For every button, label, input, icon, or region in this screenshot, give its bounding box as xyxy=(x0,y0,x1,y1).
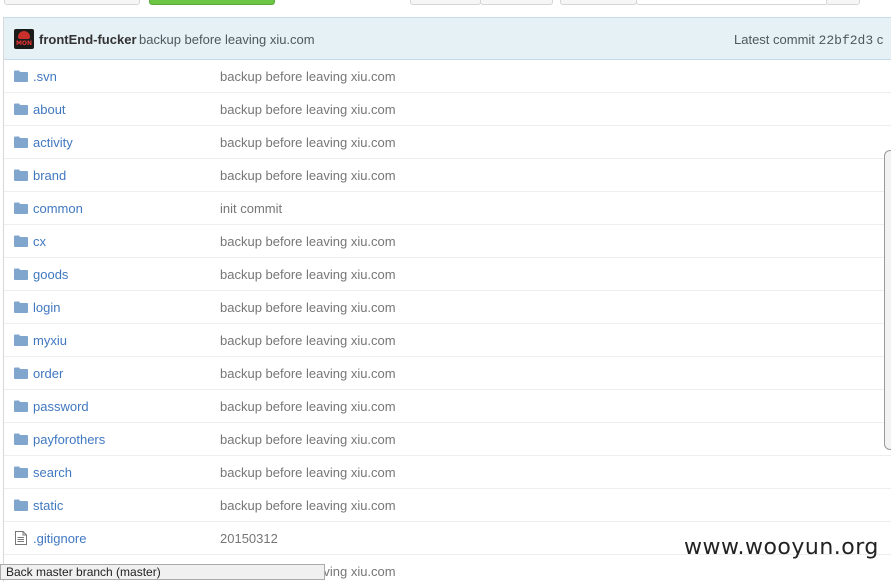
clone-url-input[interactable] xyxy=(636,0,828,5)
file-table: MON frontEnd-fucker backup before leavin… xyxy=(3,17,891,582)
watermark: www.wooyun.org xyxy=(684,535,879,560)
folder-icon xyxy=(14,367,28,379)
commit-message-link[interactable]: 20150312 xyxy=(220,531,278,546)
file-name-link[interactable]: static xyxy=(33,498,63,513)
commit-message-link[interactable]: backup before leaving xiu.com xyxy=(220,234,396,249)
folder-icon xyxy=(14,70,28,82)
table-row[interactable]: activity backup before leaving xiu.com xyxy=(4,126,891,159)
commit-message-link[interactable]: backup before leaving xiu.com xyxy=(220,399,396,414)
top-toolbar xyxy=(0,0,891,16)
commit-author[interactable]: frontEnd-fucker xyxy=(39,32,137,47)
table-row[interactable]: myxiu backup before leaving xiu.com xyxy=(4,324,891,357)
commit-message[interactable]: backup before leaving xiu.com xyxy=(139,32,315,47)
folder-icon xyxy=(14,334,28,346)
commit-message-link[interactable]: backup before leaving xiu.com xyxy=(220,465,396,480)
commit-message-link[interactable]: backup before leaving xiu.com xyxy=(220,300,396,315)
file-name-link[interactable]: myxiu xyxy=(33,333,67,348)
folder-icon xyxy=(14,202,28,214)
file-name-link[interactable]: cx xyxy=(33,234,46,249)
file-name-link[interactable]: login xyxy=(33,300,60,315)
commit-message-link[interactable]: backup before leaving xiu.com xyxy=(220,366,396,381)
commit-message-link[interactable]: backup before leaving xiu.com xyxy=(220,498,396,513)
table-row[interactable]: cx backup before leaving xiu.com xyxy=(4,225,891,258)
folder-icon xyxy=(14,499,28,511)
file-name-link[interactable]: password xyxy=(33,399,89,414)
table-row[interactable]: common init commit xyxy=(4,192,891,225)
folder-icon xyxy=(14,400,28,412)
avatar-label: MON xyxy=(15,40,33,47)
table-row[interactable]: login backup before leaving xiu.com xyxy=(4,291,891,324)
commit-message-link[interactable]: init commit xyxy=(220,201,282,216)
table-row[interactable]: goods backup before leaving xiu.com xyxy=(4,258,891,291)
file-name-link[interactable]: common xyxy=(33,201,83,216)
commit-message-link[interactable]: backup before leaving xiu.com xyxy=(220,102,396,117)
table-row[interactable]: about backup before leaving xiu.com xyxy=(4,93,891,126)
commit-bar: MON frontEnd-fucker backup before leavin… xyxy=(4,18,891,60)
commit-message-link[interactable]: backup before leaving xiu.com xyxy=(220,432,396,447)
commit-message-link[interactable]: backup before leaving xiu.com xyxy=(220,135,396,150)
file-name-link[interactable]: goods xyxy=(33,267,68,282)
file-name-link[interactable]: .svn xyxy=(33,69,57,84)
toolbar-button-left[interactable] xyxy=(4,0,140,5)
latest-commit-trailing: c xyxy=(876,32,884,47)
folder-icon xyxy=(14,466,28,478)
folder-icon xyxy=(14,136,28,148)
avatar[interactable]: MON xyxy=(14,29,34,49)
latest-commit: Latest commit 22bf2d3 c xyxy=(734,32,883,48)
file-name-link[interactable]: brand xyxy=(33,168,66,183)
toolbar-button-new-file[interactable] xyxy=(410,0,481,5)
commit-message-link[interactable]: backup before leaving xiu.com xyxy=(220,333,396,348)
latest-commit-label: Latest commit xyxy=(734,32,815,47)
table-row[interactable]: static backup before leaving xiu.com xyxy=(4,489,891,522)
compare-pull-request-button[interactable] xyxy=(149,0,275,5)
file-name-link[interactable]: about xyxy=(33,102,66,117)
toolbar-button-upload[interactable] xyxy=(480,0,553,5)
folder-icon xyxy=(14,169,28,181)
table-row[interactable]: order backup before leaving xiu.com xyxy=(4,357,891,390)
scrollbar-thumb[interactable] xyxy=(884,150,891,450)
clone-protocol-button[interactable] xyxy=(560,0,637,5)
avatar-shape xyxy=(18,31,30,39)
copy-url-button[interactable] xyxy=(826,0,860,5)
folder-icon xyxy=(14,301,28,313)
commit-message-link[interactable]: backup before leaving xiu.com xyxy=(220,69,396,84)
folder-icon xyxy=(14,235,28,247)
file-name-link[interactable]: .gitignore xyxy=(33,531,86,546)
commit-message-link[interactable]: backup before leaving xiu.com xyxy=(220,267,396,282)
file-name-link[interactable]: order xyxy=(33,366,63,381)
table-row[interactable]: password backup before leaving xiu.com xyxy=(4,390,891,423)
commit-sha[interactable]: 22bf2d3 xyxy=(819,33,874,48)
file-name-link[interactable]: activity xyxy=(33,135,73,150)
table-row[interactable]: brand backup before leaving xiu.com xyxy=(4,159,891,192)
table-row[interactable]: payforothers backup before leaving xiu.co… xyxy=(4,423,891,456)
folder-icon xyxy=(14,268,28,280)
file-list: .svn backup before leaving xiu.com about ba… xyxy=(4,60,891,582)
folder-icon xyxy=(14,103,28,115)
file-name-link[interactable]: payforothers xyxy=(33,432,105,447)
status-tooltip: Back master branch (master) xyxy=(0,564,325,580)
folder-icon xyxy=(14,433,28,445)
commit-message-link[interactable]: backup before leaving xiu.com xyxy=(220,168,396,183)
file-icon xyxy=(15,531,29,545)
table-row[interactable]: search backup before leaving xiu.com xyxy=(4,456,891,489)
table-row[interactable]: .svn backup before leaving xiu.com xyxy=(4,60,891,93)
file-name-link[interactable]: search xyxy=(33,465,72,480)
